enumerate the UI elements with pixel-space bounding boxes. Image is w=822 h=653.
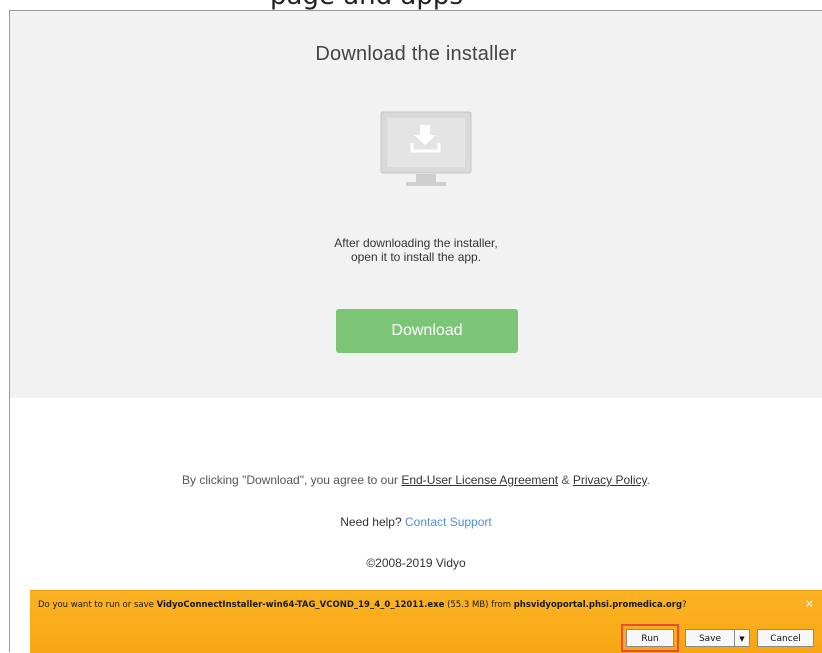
download-size: (55.3 MB) from [447,600,511,610]
top-strip: page and apps [0,0,822,10]
eula-link[interactable]: End-User License Agreement [401,473,558,487]
prompt-text: Do you want to run or save [38,600,154,610]
contact-support-link[interactable]: Contact Support [405,515,492,529]
download-button[interactable]: Download [336,309,518,353]
help-text: Need help? [340,515,402,529]
prompt-qmark: ? [682,600,687,610]
cancel-button[interactable]: Cancel [757,629,814,647]
page-title: Download the installer [315,43,517,65]
dropdown-arrow-icon[interactable]: ▼ [734,629,750,647]
download-source: phsvidyoportal.phsi.promedica.org [513,600,683,610]
monitor-download-icon [380,111,472,189]
privacy-policy-link[interactable]: Privacy Policy [573,473,647,487]
instructions-line-2: open it to install the app. [350,250,482,264]
copyright: ©2008-2019 Vidyo [366,556,466,570]
installer-panel: Download the installer After downloading… [10,11,822,398]
legal-period: . [646,473,650,487]
run-button[interactable]: Run [626,629,674,647]
help-line: Need help? Contact Support [10,515,822,529]
top-strip-text: page and apps [270,0,463,10]
save-button[interactable]: Save [685,629,735,647]
download-filename: VidyoConnectInstaller-win64-TAG_VCOND_19… [156,600,445,610]
download-notification-bar: Do you want to run or save VidyoConnectI… [30,590,822,653]
instructions-line-1: After downloading the installer, [334,236,498,250]
legal-notice: By clicking "Download", you agree to our… [10,473,822,487]
close-icon[interactable]: × [805,597,814,610]
instructions-text: After downloading the installer, open it… [10,236,822,264]
legal-ampersand: & [561,473,570,487]
legal-text: By clicking "Download", you agree to our [182,473,399,487]
download-prompt: Do you want to run or save VidyoConnectI… [38,600,687,610]
